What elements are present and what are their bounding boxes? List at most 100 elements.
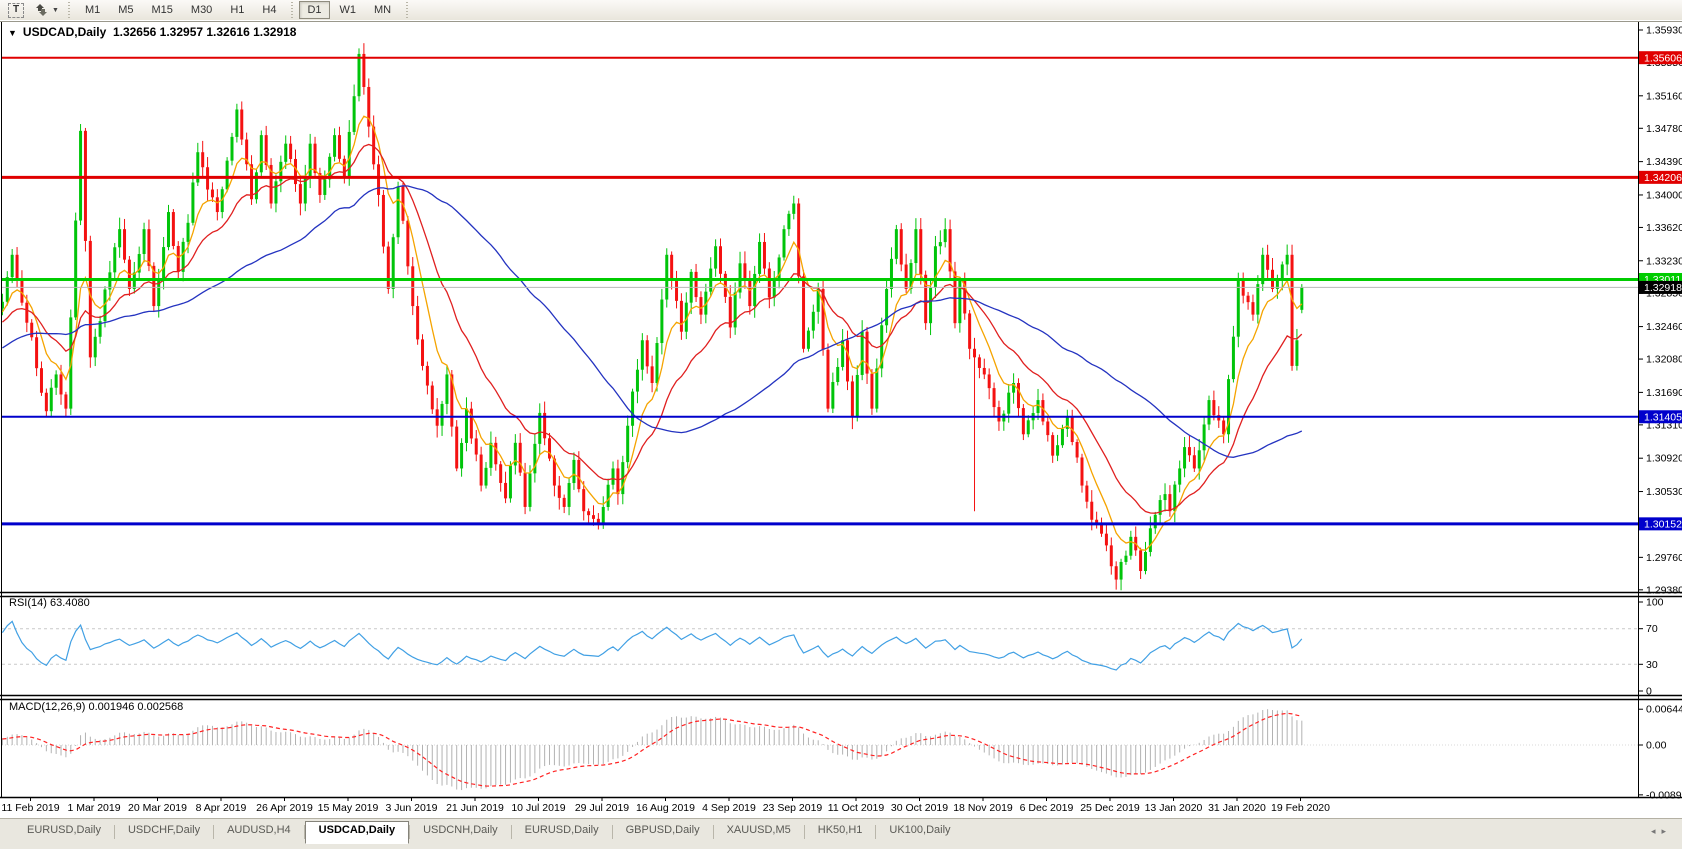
- price-panel[interactable]: [1, 43, 1638, 591]
- candle-body: [977, 357, 981, 368]
- candle-body: [83, 130, 87, 241]
- candle-body: [1046, 421, 1050, 436]
- chevron-down-icon[interactable]: ▼: [52, 7, 59, 14]
- candle-body: [259, 135, 263, 173]
- date-axis-label: 13 Jan 2020: [1145, 802, 1203, 814]
- chart-tab-eurusd-daily[interactable]: EURUSD,Daily: [14, 822, 114, 841]
- candle-body: [591, 515, 595, 519]
- tab-scroll-arrows[interactable]: ◂▸: [1651, 826, 1672, 837]
- candle-body: [557, 485, 561, 498]
- candle-body: [665, 254, 669, 300]
- macd-panel[interactable]: [2, 709, 1638, 791]
- candle-body: [1207, 400, 1211, 425]
- candle-body: [421, 339, 425, 366]
- chart-tab-usdcad-daily[interactable]: USDCAD,Daily: [304, 821, 410, 844]
- candle-body: [118, 229, 122, 248]
- candle-body: [528, 473, 532, 507]
- chart-tab-usdchf-daily[interactable]: USDCHF,Daily: [115, 822, 213, 841]
- rsi-panel[interactable]: [2, 620, 1638, 671]
- chart-canvas[interactable]: 1.359301.355501.351601.347801.343901.340…: [0, 20, 1682, 818]
- candle-body: [1246, 295, 1250, 303]
- date-axis-label: 6 Dec 2019: [1020, 802, 1074, 814]
- candle-body: [919, 229, 923, 275]
- candle-body: [938, 242, 942, 247]
- candle-body: [30, 322, 34, 338]
- candle-body: [1143, 551, 1147, 572]
- candle-body: [274, 181, 278, 204]
- candle-body: [987, 374, 991, 389]
- candle-body: [1119, 561, 1123, 580]
- date-axis-label: 30 Oct 2019: [891, 802, 948, 814]
- text-label-tool-icon[interactable]: T: [8, 2, 24, 18]
- candle-body: [49, 387, 53, 412]
- candle-body: [1231, 336, 1235, 380]
- candle-body: [670, 254, 674, 280]
- candle-body: [821, 288, 825, 350]
- candle-body: [811, 311, 815, 331]
- candle-body: [225, 160, 229, 190]
- candle-body: [313, 143, 317, 174]
- candle-body: [215, 197, 219, 213]
- scroll-left-icon[interactable]: ◂: [1651, 826, 1662, 836]
- chart-tab-audusd-h4[interactable]: AUDUSD,H4: [214, 822, 304, 841]
- candle-body: [1266, 254, 1270, 270]
- price-axis-tick: 1.34780: [1646, 123, 1682, 135]
- scroll-right-icon[interactable]: ▸: [1661, 826, 1672, 836]
- candle-body: [59, 374, 63, 395]
- timeframe-button-m5[interactable]: M5: [110, 1, 141, 19]
- candle-body: [1187, 447, 1191, 456]
- arrange-arrows-icon[interactable]: [30, 2, 50, 18]
- chart-tab-usdcnh-daily[interactable]: USDCNH,Daily: [410, 822, 511, 841]
- candle-body: [1139, 550, 1143, 572]
- date-axis-label: 18 Nov 2019: [953, 802, 1013, 814]
- candle-body: [411, 266, 415, 307]
- candle-body: [1168, 494, 1172, 512]
- candle-body: [352, 96, 356, 132]
- chart-tab-uk100-daily[interactable]: UK100,Daily: [876, 822, 963, 841]
- candle-body: [250, 164, 254, 200]
- timeframe-button-h1[interactable]: H1: [222, 1, 252, 19]
- date-axis-label: 4 Sep 2019: [702, 802, 756, 814]
- macd-axis-tick: -0.008982: [1646, 789, 1682, 801]
- candle-body: [836, 366, 840, 383]
- candle-body: [333, 135, 337, 157]
- candle-body: [523, 472, 527, 507]
- candle-body: [782, 229, 786, 258]
- date-axis-label: 26 Apr 2019: [256, 802, 313, 814]
- symbol-dropdown-icon[interactable]: ▼: [8, 28, 17, 38]
- chart-tab-xauusd-m5[interactable]: XAUUSD,M5: [714, 822, 804, 841]
- timeframe-button-mn[interactable]: MN: [366, 1, 399, 19]
- candle-body: [464, 408, 468, 443]
- candle-body: [660, 299, 664, 344]
- candle-body: [308, 143, 312, 177]
- candle-body: [416, 306, 420, 340]
- candle-body: [1090, 501, 1094, 520]
- date-axis-label: 20 Mar 2019: [128, 802, 187, 814]
- date-axis-label: 21 Jun 2019: [446, 802, 504, 814]
- chart-tab-hk50-h1[interactable]: HK50,H1: [805, 822, 876, 841]
- candle-body: [166, 212, 170, 248]
- candle-body: [1153, 514, 1157, 529]
- candle-body: [460, 442, 464, 469]
- candle-body: [1007, 392, 1011, 414]
- candle-body: [362, 53, 366, 87]
- timeframe-button-m1[interactable]: M1: [77, 1, 108, 19]
- candle-body: [79, 130, 83, 221]
- chart-symbol-label: USDCAD,Daily: [22, 25, 107, 39]
- candle-body: [284, 143, 288, 162]
- timeframe-button-w1[interactable]: W1: [332, 1, 365, 19]
- candle-body: [10, 254, 14, 278]
- candle-body: [479, 454, 483, 486]
- timeframe-button-m15[interactable]: M15: [144, 1, 181, 19]
- candle-body: [992, 388, 996, 408]
- timeframe-button-h4[interactable]: H4: [254, 1, 284, 19]
- candle-body: [240, 109, 244, 140]
- chart-tab-gbpusd-daily[interactable]: GBPUSD,Daily: [613, 822, 713, 841]
- candle-body: [1124, 555, 1128, 562]
- timeframe-button-d1[interactable]: D1: [299, 1, 330, 19]
- candle-body: [54, 374, 58, 388]
- chart-tab-eurusd-daily[interactable]: EURUSD,Daily: [512, 822, 612, 841]
- timeframe-button-m30[interactable]: M30: [183, 1, 220, 19]
- candle-body: [1295, 340, 1299, 366]
- candle-body: [386, 246, 390, 289]
